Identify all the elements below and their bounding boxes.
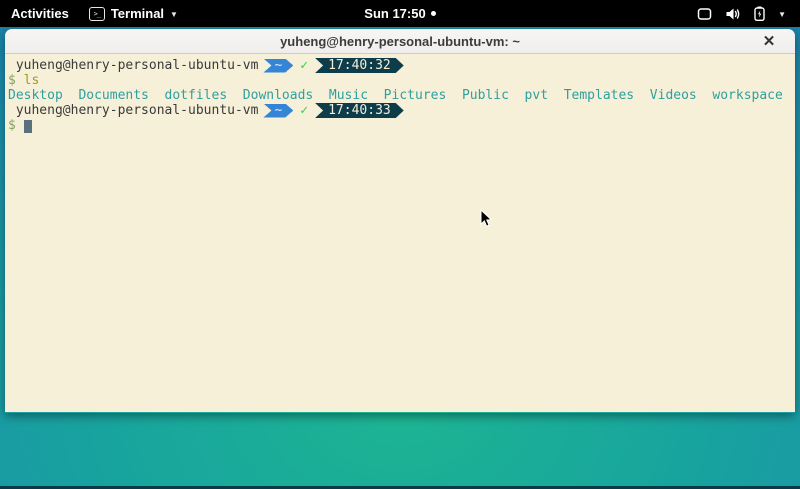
battery-charging-icon (754, 6, 765, 21)
window-titlebar[interactable]: yuheng@henry-personal-ubuntu-vm: ~ ✕ (5, 29, 795, 54)
clock[interactable]: Sun 17:50 (364, 6, 425, 21)
close-icon[interactable]: ✕ (759, 31, 779, 51)
prompt-path-segment: ~ (263, 104, 293, 118)
chevron-down-icon: ▼ (778, 9, 786, 19)
prompt-user-host: yuheng@henry-personal-ubuntu-vm (8, 103, 258, 118)
typed-command: ls (24, 73, 40, 88)
volume-icon (725, 7, 741, 21)
top-bar: Activities >_ Terminal ▼ Sun 17:50 (0, 0, 800, 27)
ls-output-line: Desktop Documents dotfiles Downloads Mus… (8, 88, 792, 103)
prompt-symbol: $ (8, 73, 24, 88)
app-menu-terminal[interactable]: >_ Terminal ▼ (89, 6, 178, 21)
app-menu-label: Terminal (111, 6, 164, 21)
prompt-line-1: yuheng@henry-personal-ubuntu-vm ~ ✓ 17:4… (8, 58, 792, 73)
directory-listing: Desktop Documents dotfiles Downloads Mus… (8, 88, 783, 103)
text-cursor (24, 120, 32, 133)
terminal-icon: >_ (89, 7, 105, 21)
wired-network-icon (697, 7, 712, 21)
notification-dot-icon (431, 11, 436, 16)
activities-button[interactable]: Activities (11, 6, 69, 21)
system-status-area[interactable]: ▼ (697, 6, 800, 21)
prompt-user-host: yuheng@henry-personal-ubuntu-vm (8, 58, 258, 73)
terminal-window: yuheng@henry-personal-ubuntu-vm: ~ ✕ yuh… (5, 29, 795, 413)
input-line[interactable]: $ (8, 118, 792, 133)
prompt-time-segment: 17:40:33 (315, 103, 404, 118)
window-title: yuheng@henry-personal-ubuntu-vm: ~ (280, 34, 520, 49)
command-line: $ ls (8, 73, 792, 88)
prompt-time-segment: 17:40:32 (315, 58, 404, 73)
check-icon: ✓ (300, 58, 308, 73)
prompt-symbol: $ (8, 118, 24, 133)
prompt-line-2: yuheng@henry-personal-ubuntu-vm ~ ✓ 17:4… (8, 103, 792, 118)
chevron-down-icon: ▼ (170, 9, 178, 19)
terminal-content[interactable]: yuheng@henry-personal-ubuntu-vm ~ ✓ 17:4… (5, 54, 795, 412)
prompt-path-segment: ~ (263, 59, 293, 73)
check-icon: ✓ (300, 103, 308, 118)
